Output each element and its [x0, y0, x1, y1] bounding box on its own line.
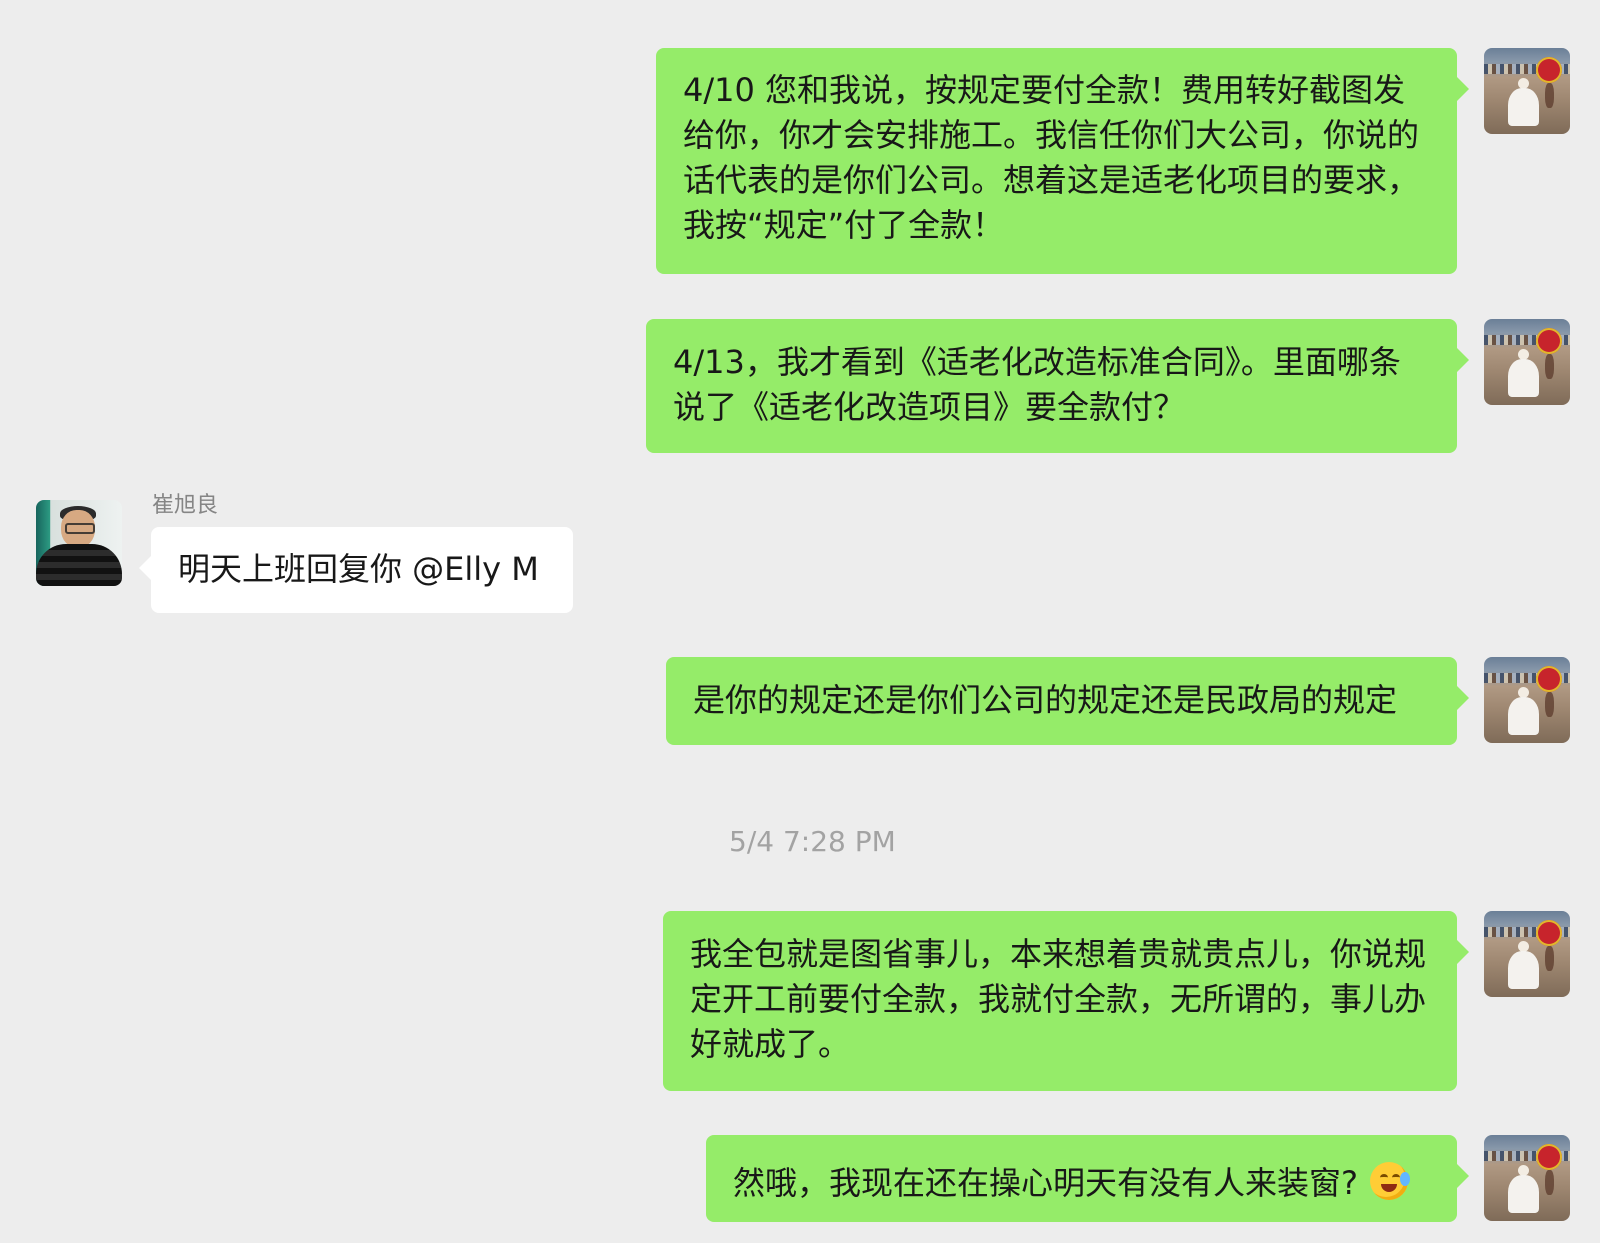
emoji-mouth-shape [1381, 1184, 1398, 1192]
message-text: 4/10 您和我说，按规定要付全款！费用转好截图发给你，你才会安排施工。我信任你… [683, 71, 1420, 244]
avatar-flag-shape [1536, 328, 1562, 354]
avatar-flag-shape [1536, 920, 1562, 946]
message-text: 我全包就是图省事儿，本来想着贵就贵点儿，你说规定开工前要付全款，我就付全款，无所… [690, 935, 1427, 1063]
avatar-figure-body-shape [1508, 1175, 1539, 1213]
laughing-crying-emoji-icon [1370, 1162, 1411, 1200]
avatar-figure-dark-shape [1545, 692, 1554, 717]
self-avatar[interactable] [1484, 1135, 1570, 1221]
message-text: 4/13，我才看到《适老化改造标准合同》。里面哪条说了《适老化改造项目》要全款付… [673, 343, 1401, 426]
self-avatar[interactable] [1484, 911, 1570, 997]
message-bubble[interactable]: 4/13，我才看到《适老化改造标准合同》。里面哪条说了《适老化改造项目》要全款付… [646, 319, 1469, 453]
avatar-flag-shape [1536, 666, 1562, 692]
message-bubble[interactable]: 明天上班回复你 @Elly M [139, 527, 573, 613]
avatar-figure-dark-shape [1545, 946, 1554, 971]
message-bubble[interactable]: 4/10 您和我说，按规定要付全款！费用转好截图发给你，你才会安排施工。我信任你… [656, 48, 1469, 274]
avatar-figure-body-shape [1508, 951, 1539, 989]
avatar-glasses-shape [65, 523, 95, 534]
self-avatar[interactable] [1484, 48, 1570, 134]
timestamp: 5/4 7:28 PM [729, 825, 896, 858]
self-avatar[interactable] [1484, 657, 1570, 743]
message-bubble[interactable]: 是你的规定还是你们公司的规定还是民政局的规定 [666, 657, 1469, 745]
contact-avatar[interactable] [36, 500, 122, 586]
message-text: 是你的规定还是你们公司的规定还是民政局的规定 [693, 681, 1398, 719]
avatar-flag-shape [1536, 57, 1562, 83]
avatar-figure-body-shape [1508, 359, 1539, 397]
avatar-figure-dark-shape [1545, 354, 1554, 379]
avatar-figure-body-shape [1508, 697, 1539, 735]
contact-name: 崔旭良 [152, 493, 219, 518]
message-bubble[interactable]: 然哦，我现在还在操心明天有没有人来装窗? [706, 1135, 1469, 1222]
avatar-figure-dark-shape [1545, 1170, 1554, 1195]
message-bubble[interactable]: 我全包就是图省事儿，本来想着贵就贵点儿，你说规定开工前要付全款，我就付全款，无所… [663, 911, 1469, 1091]
message-text: 明天上班回复你 @Elly M [178, 550, 539, 588]
chat-window: 4/10 您和我说，按规定要付全款！费用转好截图发给你，你才会安排施工。我信任你… [0, 0, 1600, 1243]
avatar-figure-dark-shape [1545, 83, 1554, 108]
self-avatar[interactable] [1484, 319, 1570, 405]
message-text: 然哦，我现在还在操心明天有没有人来装窗? [733, 1164, 1358, 1202]
emoji-tear-shape [1400, 1172, 1411, 1186]
avatar-flag-shape [1536, 1144, 1562, 1170]
avatar-jacket-shape [36, 544, 122, 586]
avatar-figure-body-shape [1508, 88, 1539, 126]
